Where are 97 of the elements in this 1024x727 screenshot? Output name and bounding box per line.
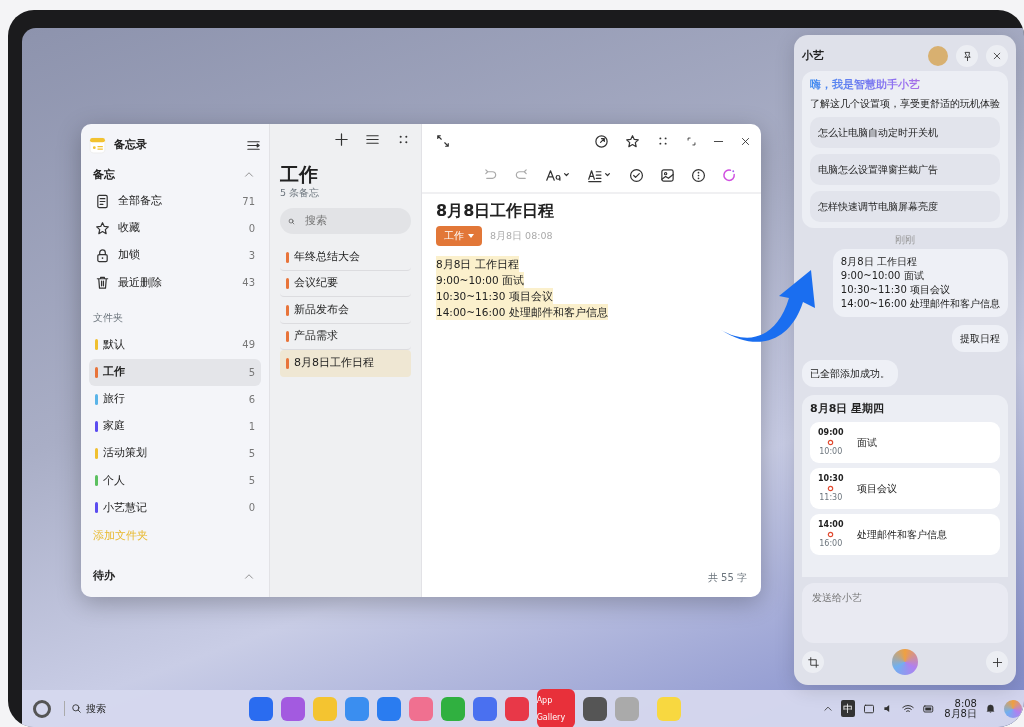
add-button[interactable] <box>986 651 1008 673</box>
star-icon <box>95 220 110 236</box>
input-method-indicator[interactable]: 中 <box>841 700 856 717</box>
message-input[interactable]: 发送给小艺 <box>810 588 1000 606</box>
taskbar-search[interactable]: 搜索 <box>64 701 106 716</box>
folder-item[interactable]: 工作 5 <box>89 358 261 386</box>
note-color-bar <box>286 278 289 289</box>
note-color-bar <box>286 357 289 369</box>
start-icon[interactable] <box>32 698 52 719</box>
event-item[interactable]: 09:00 10:00 面试 <box>810 422 1000 464</box>
event-end-time: 16:00 <box>819 538 843 551</box>
assistant-orb-icon[interactable] <box>1004 699 1022 718</box>
wifi-icon[interactable] <box>902 702 915 715</box>
section-title: 待办 <box>93 568 115 585</box>
sidebar-item[interactable]: 加锁 3 <box>89 242 261 270</box>
assistant-orb-button[interactable] <box>892 649 918 675</box>
note-item[interactable]: 年终总结大会 <box>280 244 411 271</box>
crop-button[interactable] <box>802 651 824 673</box>
user-message: 提取日程 <box>952 324 1008 352</box>
more-icon[interactable] <box>656 134 670 148</box>
folder-item[interactable]: 个人 5 <box>89 467 261 495</box>
list-title: 工作 <box>280 162 319 186</box>
crop-icon <box>807 656 819 668</box>
assistant-icon[interactable] <box>722 167 737 183</box>
text-size-icon[interactable] <box>545 167 571 183</box>
schedule-date: 8月8日 星期四 <box>810 400 886 417</box>
star-icon[interactable] <box>625 133 640 149</box>
pin-icon <box>961 50 973 62</box>
event-title: 面试 <box>857 435 878 450</box>
event-dot-icon <box>827 439 835 447</box>
checklist-icon[interactable] <box>629 167 644 183</box>
timestamp: 刚刚 <box>895 232 915 247</box>
suggestion-chip[interactable]: 怎么让电脑自动定时开关机 <box>810 116 1000 148</box>
add-icon <box>991 656 1003 668</box>
panel-title: 小艺 <box>802 47 824 64</box>
note-color-bar <box>286 251 289 263</box>
tablet-icon[interactable] <box>863 702 876 715</box>
event-end-time: 10:00 <box>819 446 843 459</box>
add-icon[interactable] <box>334 132 349 147</box>
event-start-time: 14:00 <box>818 519 844 532</box>
note-item[interactable]: 会议纪要 <box>280 270 411 298</box>
pin-button[interactable] <box>956 45 978 67</box>
note-date: 8月8日 08:08 <box>490 228 553 243</box>
event-item[interactable]: 10:30 11:30 项目会议 <box>810 468 1000 510</box>
event-end-time: 11:30 <box>819 492 843 505</box>
expand-icon[interactable] <box>436 134 450 148</box>
event-start-time: 10:30 <box>818 473 844 486</box>
event-title: 项目会议 <box>857 481 898 496</box>
clock-time[interactable]: 8:08 <box>954 698 977 709</box>
user-message: 8月8日 工作日程 9:00~10:00 面试 10:30~11:30 项目会议 14:00~16:00 处理邮件和客户信息 <box>832 248 1008 317</box>
search-icon <box>71 703 82 714</box>
suggestion-chip[interactable]: 怎样快速调节电脑屏幕亮度 <box>810 190 1000 222</box>
note-color-bar <box>286 304 289 316</box>
event-item[interactable]: 14:00 16:00 处理邮件和客户信息 <box>810 514 1000 556</box>
folders-label: 文件夹 <box>92 311 124 326</box>
document-icon <box>95 193 110 209</box>
clock-date[interactable]: 8月8日 <box>944 708 977 719</box>
sidebar-item[interactable]: 最近删除 43 <box>89 269 261 297</box>
folder-item[interactable]: 旅行 6 <box>89 385 261 413</box>
event-dot-icon <box>827 531 835 539</box>
assistant-reply: 已全部添加成功。 <box>802 359 898 387</box>
folder-item[interactable]: 活动策划 5 <box>89 440 261 468</box>
suggestion-chip[interactable]: 电脑怎么设置弹窗拦截广告 <box>810 153 1000 185</box>
search-field[interactable]: 搜索 <box>280 208 411 235</box>
list-icon[interactable] <box>365 132 380 147</box>
store-icon[interactable]: App Gallery <box>536 689 575 727</box>
close-icon <box>992 51 1002 61</box>
close-icon[interactable] <box>740 135 751 147</box>
more-circle-icon[interactable] <box>691 167 706 183</box>
image-icon[interactable] <box>660 167 675 183</box>
event-title: 处理邮件和客户信息 <box>857 527 948 542</box>
note-item[interactable]: 新品发布会 <box>280 297 411 324</box>
note-count: 5 条备忘 <box>280 186 321 200</box>
app-title: 备忘录 <box>114 137 147 154</box>
caret-icon <box>468 234 474 238</box>
share-icon[interactable] <box>594 133 609 149</box>
note-title: 8月8日工作日程 <box>436 200 556 222</box>
app-icon-label: App Gallery <box>536 696 566 722</box>
event-dot-icon <box>827 485 835 493</box>
close-button[interactable] <box>986 45 1008 67</box>
folder-item[interactable]: 默认 49 <box>89 331 261 359</box>
sidebar-item[interactable]: 全部备忘 71 <box>89 187 261 215</box>
bell-icon[interactable] <box>985 703 996 714</box>
section-title: 备忘 <box>93 167 115 183</box>
search-input[interactable]: 搜索 <box>303 212 403 231</box>
restore-icon[interactable] <box>686 135 697 147</box>
lock-icon <box>95 248 110 264</box>
greeting-subtitle: 了解这几个设置项，享受更舒适的玩机体验 <box>810 96 1000 111</box>
word-count: 共 55 字 <box>707 571 747 585</box>
folder-item[interactable]: 家庭 1 <box>89 412 261 441</box>
sidebar-item[interactable]: 收藏 0 <box>89 214 261 243</box>
note-item[interactable]: 8月8日工作日程 <box>280 350 411 377</box>
note-color-bar <box>286 331 289 342</box>
event-start-time: 09:00 <box>818 427 844 440</box>
paragraph-format-icon[interactable] <box>587 167 613 183</box>
folder-item[interactable]: 小艺慧记 0 <box>89 494 261 522</box>
message-input-field[interactable]: 发送给小艺 <box>802 582 1008 643</box>
